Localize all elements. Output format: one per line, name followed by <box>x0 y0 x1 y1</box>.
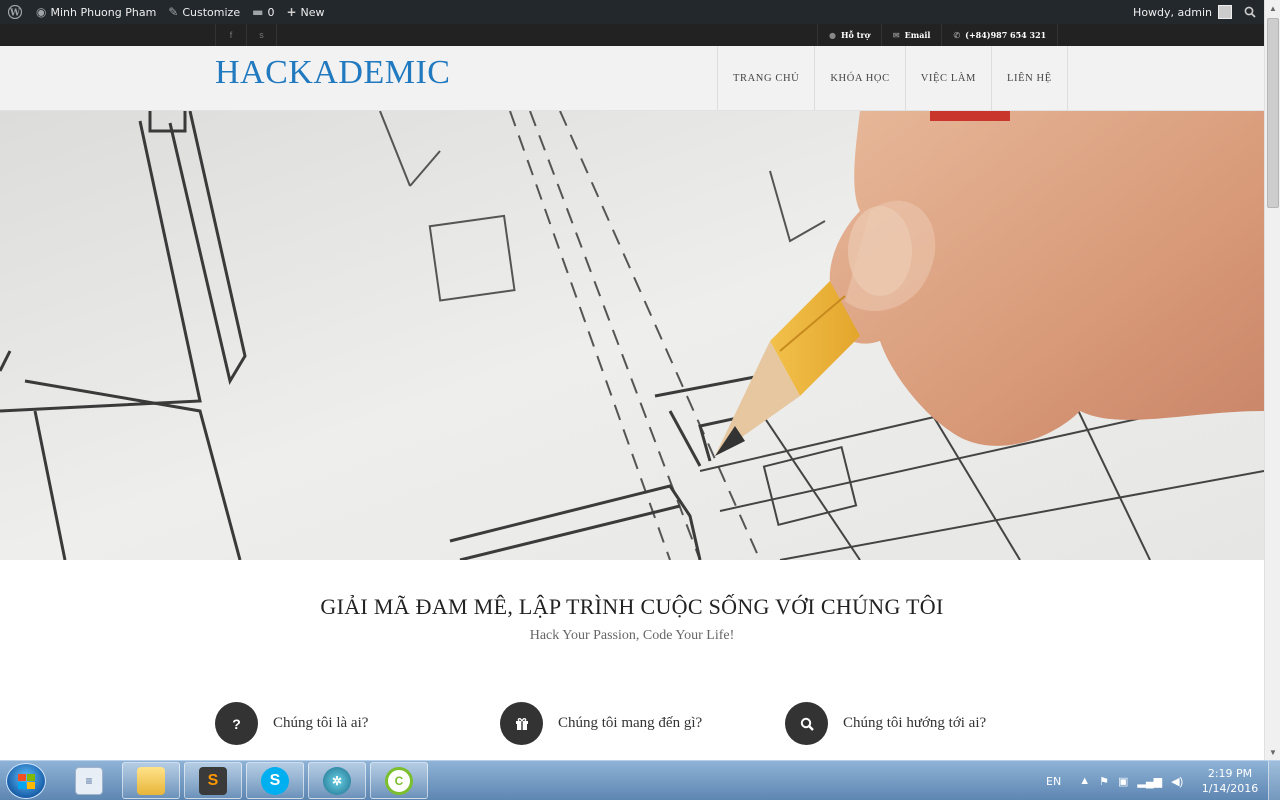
email-link[interactable]: ✉ Email <box>880 24 942 46</box>
new-content-menu[interactable]: + New <box>280 0 330 24</box>
plus-icon: + <box>286 5 297 19</box>
info-icon: ● <box>829 30 836 40</box>
taskbar-app-network[interactable]: ✲ <box>308 762 366 799</box>
sublime-text-icon: S <box>199 766 227 795</box>
scroll-down-icon[interactable]: ▼ <box>1265 744 1280 760</box>
feature-label: Chúng tôi là ai? <box>273 715 369 731</box>
feature-who[interactable]: ? Chúng tôi là ai? <box>215 702 368 745</box>
feature-label: Chúng tôi hướng tới ai? <box>843 715 987 731</box>
nav-home[interactable]: TRANG CHỦ <box>717 46 814 110</box>
search-icon[interactable] <box>1238 0 1264 24</box>
intro-title: GIẢI MÃ ĐAM MÊ, LẬP TRÌNH CUỘC SỐNG VỚI … <box>320 594 944 619</box>
contact-info: ● Hỗ trợ ✉ Email ✆ (+84)987 654 321 <box>817 24 1059 46</box>
nav-jobs[interactable]: VIỆC LÀM <box>904 46 991 110</box>
support-label: Hỗ trợ <box>840 30 870 40</box>
comments-count: 0 <box>267 5 275 19</box>
email-label: Email <box>904 30 931 40</box>
language-indicator[interactable]: EN <box>1046 775 1061 788</box>
taskbar-app-explorer[interactable] <box>122 762 180 799</box>
envelope-icon: ✉ <box>892 30 900 40</box>
signal-icon[interactable]: ▂▄▆ <box>1137 775 1162 788</box>
social-links: f s <box>215 24 277 46</box>
feature-label: Chúng tôi mang đến gì? <box>558 715 703 731</box>
coccoc-browser-icon: C <box>385 766 413 795</box>
account-menu[interactable]: Howdy, admin <box>1127 0 1238 24</box>
windows-logo-icon <box>17 773 35 789</box>
comments-menu[interactable]: ▬ 0 <box>246 0 280 24</box>
start-button[interactable] <box>6 763 46 799</box>
avatar <box>1218 5 1232 19</box>
search-icon <box>785 702 828 745</box>
action-center-flag-icon[interactable]: ⚑ <box>1099 775 1109 788</box>
taskbar-app-skype[interactable]: S <box>246 762 304 799</box>
site-header: HACKADEMIC TRANG CHỦ KHÓA HỌC VIỆC LÀM L… <box>0 46 1264 111</box>
show-desktop-button[interactable] <box>1268 761 1280 800</box>
skype-icon: S <box>261 766 289 795</box>
nav-contact[interactable]: LIÊN HỆ <box>991 46 1068 110</box>
skype-icon[interactable]: s <box>246 24 277 46</box>
new-label: New <box>300 5 325 19</box>
customize-menu[interactable]: ✎ Customize <box>162 0 246 24</box>
tray-expand-icon[interactable]: ▲ <box>1079 775 1090 787</box>
comment-icon: ▬ <box>252 5 264 19</box>
device-icon[interactable]: ▣ <box>1118 775 1128 788</box>
clock-time: 2:19 PM <box>1207 767 1253 780</box>
svg-text:W: W <box>9 9 21 19</box>
question-icon: ? <box>215 702 258 745</box>
document-icon: ≡ <box>75 766 103 795</box>
top-info-bar: f s ● Hỗ trợ ✉ Email ✆ (+84)987 654 321 <box>0 24 1264 46</box>
phone-icon: ✆ <box>953 30 961 40</box>
taskbar-app-browser[interactable]: C <box>370 762 428 799</box>
volume-icon[interactable]: ◀) <box>1171 775 1183 788</box>
clock-date: 1/14/2016 <box>1201 782 1259 795</box>
customize-label: Customize <box>182 5 241 19</box>
scrollbar-thumb[interactable] <box>1267 18 1279 208</box>
brush-icon: ✎ <box>168 5 179 19</box>
wp-admin-bar: W ◉ Minh Phuong Pham ✎ Customize ▬ 0 + N… <box>0 0 1264 24</box>
nav-courses[interactable]: KHÓA HỌC <box>814 46 904 110</box>
taskbar-app-editor[interactable]: ≡ <box>60 762 118 799</box>
network-app-icon: ✲ <box>323 766 351 795</box>
windows-taskbar: ≡ S S ✲ C EN ▲ ⚑ ▣ ▂▄▆ ◀) 2:19 PM 1/14/2… <box>0 760 1280 800</box>
phone-link[interactable]: ✆ (+84)987 654 321 <box>941 24 1059 46</box>
taskbar-app-sublime[interactable]: S <box>184 762 242 799</box>
facebook-icon[interactable]: f <box>215 24 246 46</box>
support-link[interactable]: ● Hỗ trợ <box>817 24 881 46</box>
site-name-menu[interactable]: ◉ Minh Phuong Pham <box>30 0 162 24</box>
intro-subtitle: Hack Your Passion, Code Your Life! <box>529 628 735 643</box>
main-nav: TRANG CHỦ KHÓA HỌC VIỆC LÀM LIÊN HỆ <box>717 46 1068 110</box>
howdy-label: Howdy, admin <box>1133 5 1212 19</box>
site-name-label: Minh Phuong Pham <box>50 5 157 19</box>
feature-what[interactable]: Chúng tôi mang đến gì? <box>500 702 702 745</box>
scroll-up-icon[interactable]: ▲ <box>1265 0 1280 16</box>
site-logo[interactable]: HACKADEMIC <box>215 54 450 92</box>
system-clock[interactable]: 2:19 PM 1/14/2016 <box>1195 766 1265 796</box>
system-tray: EN ▲ ⚑ ▣ ▂▄▆ ◀) <box>1046 761 1192 800</box>
hero-image <box>0 111 1264 560</box>
gift-icon <box>500 702 543 745</box>
folder-icon <box>137 766 165 795</box>
wordpress-logo-icon[interactable]: W <box>0 0 30 24</box>
dashboard-icon: ◉ <box>36 5 47 19</box>
feature-for-whom[interactable]: Chúng tôi hướng tới ai? <box>785 702 986 745</box>
page-scrollbar[interactable]: ▲ ▼ <box>1264 0 1280 760</box>
phone-label: (+84)987 654 321 <box>965 30 1047 40</box>
